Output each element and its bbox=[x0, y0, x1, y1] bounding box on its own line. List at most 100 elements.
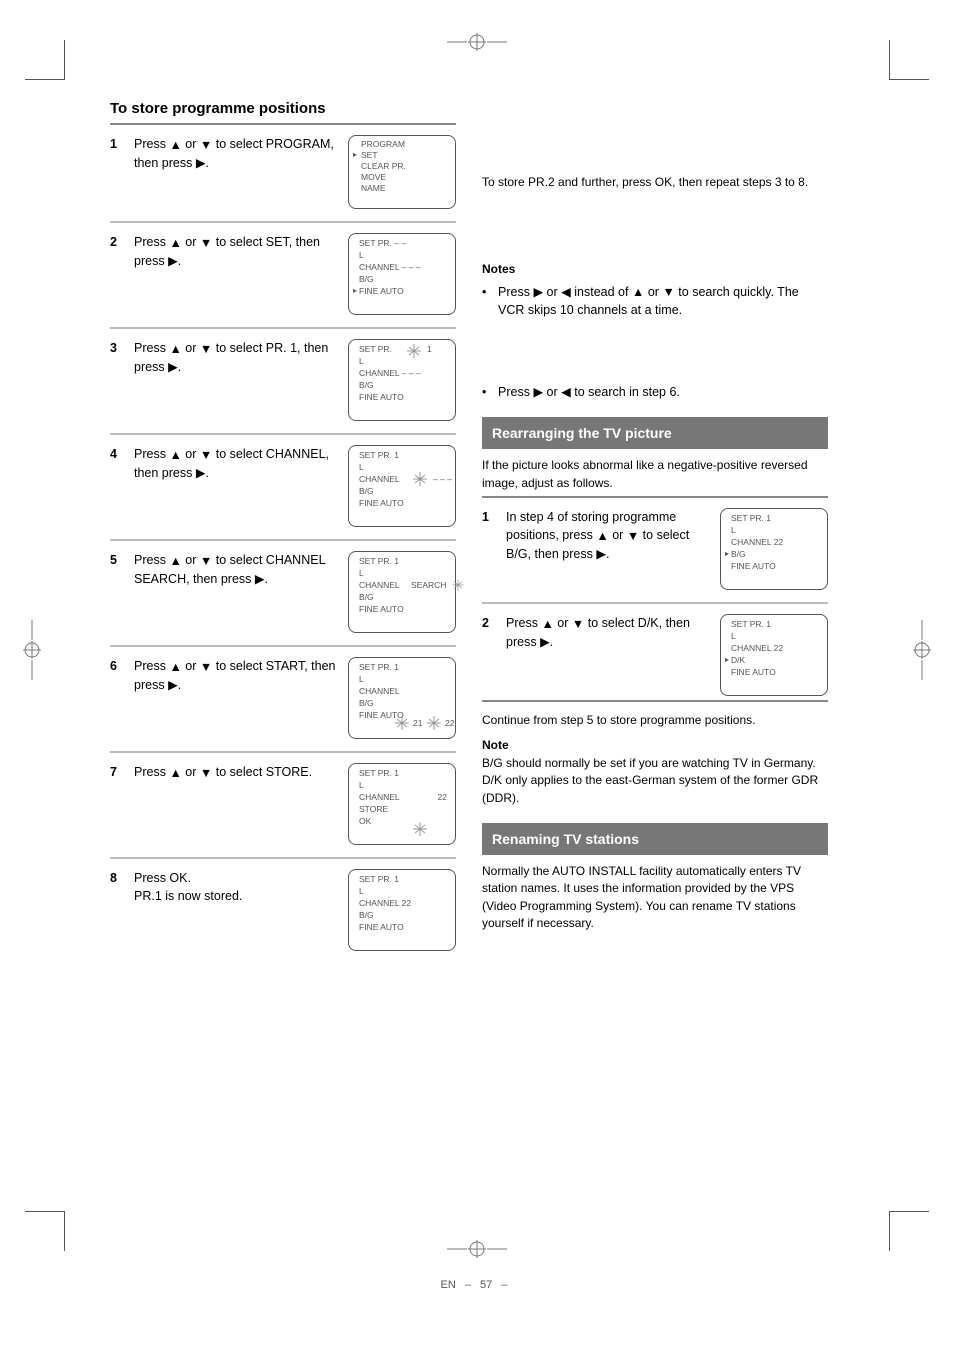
step-text: Press ▲ or ▼ to select PR. 1, then press… bbox=[134, 339, 340, 377]
cursor-icon: ▸ bbox=[353, 286, 357, 295]
triangle-up-icon: ▲ bbox=[169, 552, 181, 570]
triangle-left-icon: ◀ bbox=[561, 285, 571, 299]
sparkle-icon bbox=[451, 579, 465, 590]
triangle-down-icon: ▼ bbox=[200, 552, 212, 570]
dash: – bbox=[501, 1279, 507, 1291]
triangle-up-icon: ▲ bbox=[169, 764, 181, 782]
triangle-right-icon: ▶ bbox=[533, 385, 543, 399]
divider bbox=[110, 123, 456, 125]
osd-screen: SET PR. 1 L CHANNEL 22 ▸ B/G FINE AUTO bbox=[720, 508, 828, 590]
triangle-up-icon: ▲ bbox=[596, 527, 608, 545]
step-number: 5 bbox=[110, 551, 126, 589]
step-text: Press ▲ or ▼ to select CHANNEL SEARCH, t… bbox=[134, 551, 340, 589]
triangle-right-icon: ▶ bbox=[168, 676, 178, 694]
osd-screen: SET PR. 1 L CHANNEL 22 B/G FINE AUTO bbox=[348, 869, 456, 951]
step-row: 1 In step 4 of storing programme positio… bbox=[482, 508, 828, 590]
step-row: 2 Press ▲ or ▼ to select D/K, then press… bbox=[482, 614, 828, 696]
section-bar-picture: Rearranging the TV picture bbox=[482, 417, 828, 449]
step-number: 8 bbox=[110, 869, 126, 905]
osd-screen: SET PR. 1 L CHANNEL – – – B/G FINE AUTO bbox=[348, 445, 456, 527]
crop-mark-top-left bbox=[25, 40, 65, 80]
continue-note: To store PR.2 and further, press OK, the… bbox=[482, 174, 828, 191]
crop-mark-bottom-right bbox=[889, 1211, 929, 1251]
sparkle-icon bbox=[411, 472, 429, 486]
section-bar-rename: Renaming TV stations bbox=[482, 823, 828, 855]
registration-mark-right bbox=[910, 620, 934, 680]
step-number: 4 bbox=[110, 445, 126, 483]
step-text: Press ▲ or ▼ to select D/K, then press ▶… bbox=[506, 614, 712, 652]
step-row: 1 Press ▲ or ▼ to select PROGRAM, then p… bbox=[110, 135, 456, 209]
divider bbox=[110, 645, 456, 647]
step-row: 8 Press OK. PR.1 is now stored. SET PR. … bbox=[110, 869, 456, 951]
divider bbox=[110, 327, 456, 329]
triangle-right-icon: ▶ bbox=[168, 358, 178, 376]
bullet-dot: • bbox=[482, 283, 492, 319]
step-text: Press ▲ or ▼ to select CHANNEL, then pre… bbox=[134, 445, 340, 483]
bullet-dot: • bbox=[482, 383, 492, 401]
triangle-left-icon: ◀ bbox=[561, 385, 571, 399]
step-row: 4 Press ▲ or ▼ to select CHANNEL, then p… bbox=[110, 445, 456, 527]
note-text: Press ▶ or ◀ to search in step 6. bbox=[498, 383, 680, 401]
triangle-up-icon: ▲ bbox=[169, 340, 181, 358]
step-number: 6 bbox=[110, 657, 126, 695]
step-number: 1 bbox=[110, 135, 126, 173]
step-number: 1 bbox=[482, 508, 498, 564]
triangle-right-icon: ▶ bbox=[533, 285, 543, 299]
osd-screen: SET PR. 1 L CHANNEL SEARCH B/G FINE AUTO bbox=[348, 551, 456, 633]
osd-screen: SET PR. 1 L CHANNEL – – – B/G FINE AUTO bbox=[348, 339, 456, 421]
note-text: Press ▶ or ◀ instead of ▲ or ▼ to search… bbox=[498, 283, 828, 319]
divider bbox=[110, 539, 456, 541]
sparkle-icon bbox=[405, 344, 423, 358]
divider bbox=[110, 751, 456, 753]
step-text: In step 4 of storing programme positions… bbox=[506, 508, 712, 564]
picture-note-body: B/G should normally be set if you are wa… bbox=[482, 755, 828, 807]
page-footer: EN – 57 – bbox=[0, 1279, 954, 1291]
triangle-up-icon: ▲ bbox=[169, 658, 181, 676]
notes-heading: Notes bbox=[482, 261, 828, 278]
step-row: 5 Press ▲ or ▼ to select CHANNEL SEARCH,… bbox=[110, 551, 456, 633]
note-bullet: • Press ▶ or ◀ instead of ▲ or ▼ to sear… bbox=[482, 283, 828, 319]
content: To store programme positions 1 Press ▲ o… bbox=[110, 100, 830, 951]
heading-store-positions: To store programme positions bbox=[110, 100, 456, 117]
triangle-down-icon: ▼ bbox=[200, 764, 212, 782]
picture-note-heading: Note bbox=[482, 737, 828, 754]
sparkle-icon bbox=[393, 716, 411, 730]
divider bbox=[110, 221, 456, 223]
triangle-down-icon: ▼ bbox=[572, 615, 584, 633]
step-number: 3 bbox=[110, 339, 126, 377]
triangle-up-icon: ▲ bbox=[541, 615, 553, 633]
picture-after: Continue from step 5 to store programme … bbox=[482, 712, 828, 729]
osd-screen: SET PR. 1 L CHANNEL 22 ▸ D/K FINE AUTO bbox=[720, 614, 828, 696]
triangle-right-icon: ▶ bbox=[596, 545, 606, 563]
triangle-down-icon: ▼ bbox=[200, 136, 212, 154]
triangle-down-icon: ▼ bbox=[200, 340, 212, 358]
divider bbox=[110, 433, 456, 435]
cursor-icon: ▸ bbox=[725, 549, 729, 558]
triangle-right-icon: ▶ bbox=[540, 633, 550, 651]
step-text: Press ▲ or ▼ to select SET, then press ▶… bbox=[134, 233, 340, 271]
triangle-right-icon: ▶ bbox=[255, 570, 265, 588]
osd-screen: SET PR. 1 L CHANNEL B/G FINE AUTO 21 22 bbox=[348, 657, 456, 739]
step-text: Press ▲ or ▼ to select START, then press… bbox=[134, 657, 340, 695]
step-number: 7 bbox=[110, 763, 126, 782]
divider bbox=[482, 700, 828, 702]
step-row: 2 Press ▲ or ▼ to select SET, then press… bbox=[110, 233, 456, 315]
triangle-up-icon: ▲ bbox=[169, 446, 181, 464]
step-text: Press ▲ or ▼ to select STORE. bbox=[134, 763, 340, 782]
dash: – bbox=[465, 1279, 471, 1291]
crop-mark-top-right bbox=[889, 40, 929, 80]
cursor-icon: ▸ bbox=[353, 150, 357, 159]
step-row: 6 Press ▲ or ▼ to select START, then pre… bbox=[110, 657, 456, 739]
step-row: 3 Press ▲ or ▼ to select PR. 1, then pre… bbox=[110, 339, 456, 421]
rename-body: Normally the AUTO INSTALL facility autom… bbox=[482, 863, 828, 933]
triangle-up-icon: ▲ bbox=[169, 136, 181, 154]
cursor-icon: ▸ bbox=[725, 655, 729, 664]
registration-mark-left bbox=[20, 620, 44, 680]
step-number: 2 bbox=[110, 233, 126, 271]
note-bullet: • Press ▶ or ◀ to search in step 6. bbox=[482, 383, 828, 401]
page-number: 57 bbox=[480, 1279, 492, 1291]
divider bbox=[482, 496, 828, 498]
triangle-down-icon: ▼ bbox=[200, 658, 212, 676]
triangle-right-icon: ▶ bbox=[168, 252, 178, 270]
page: To store programme positions 1 Press ▲ o… bbox=[0, 0, 954, 1351]
